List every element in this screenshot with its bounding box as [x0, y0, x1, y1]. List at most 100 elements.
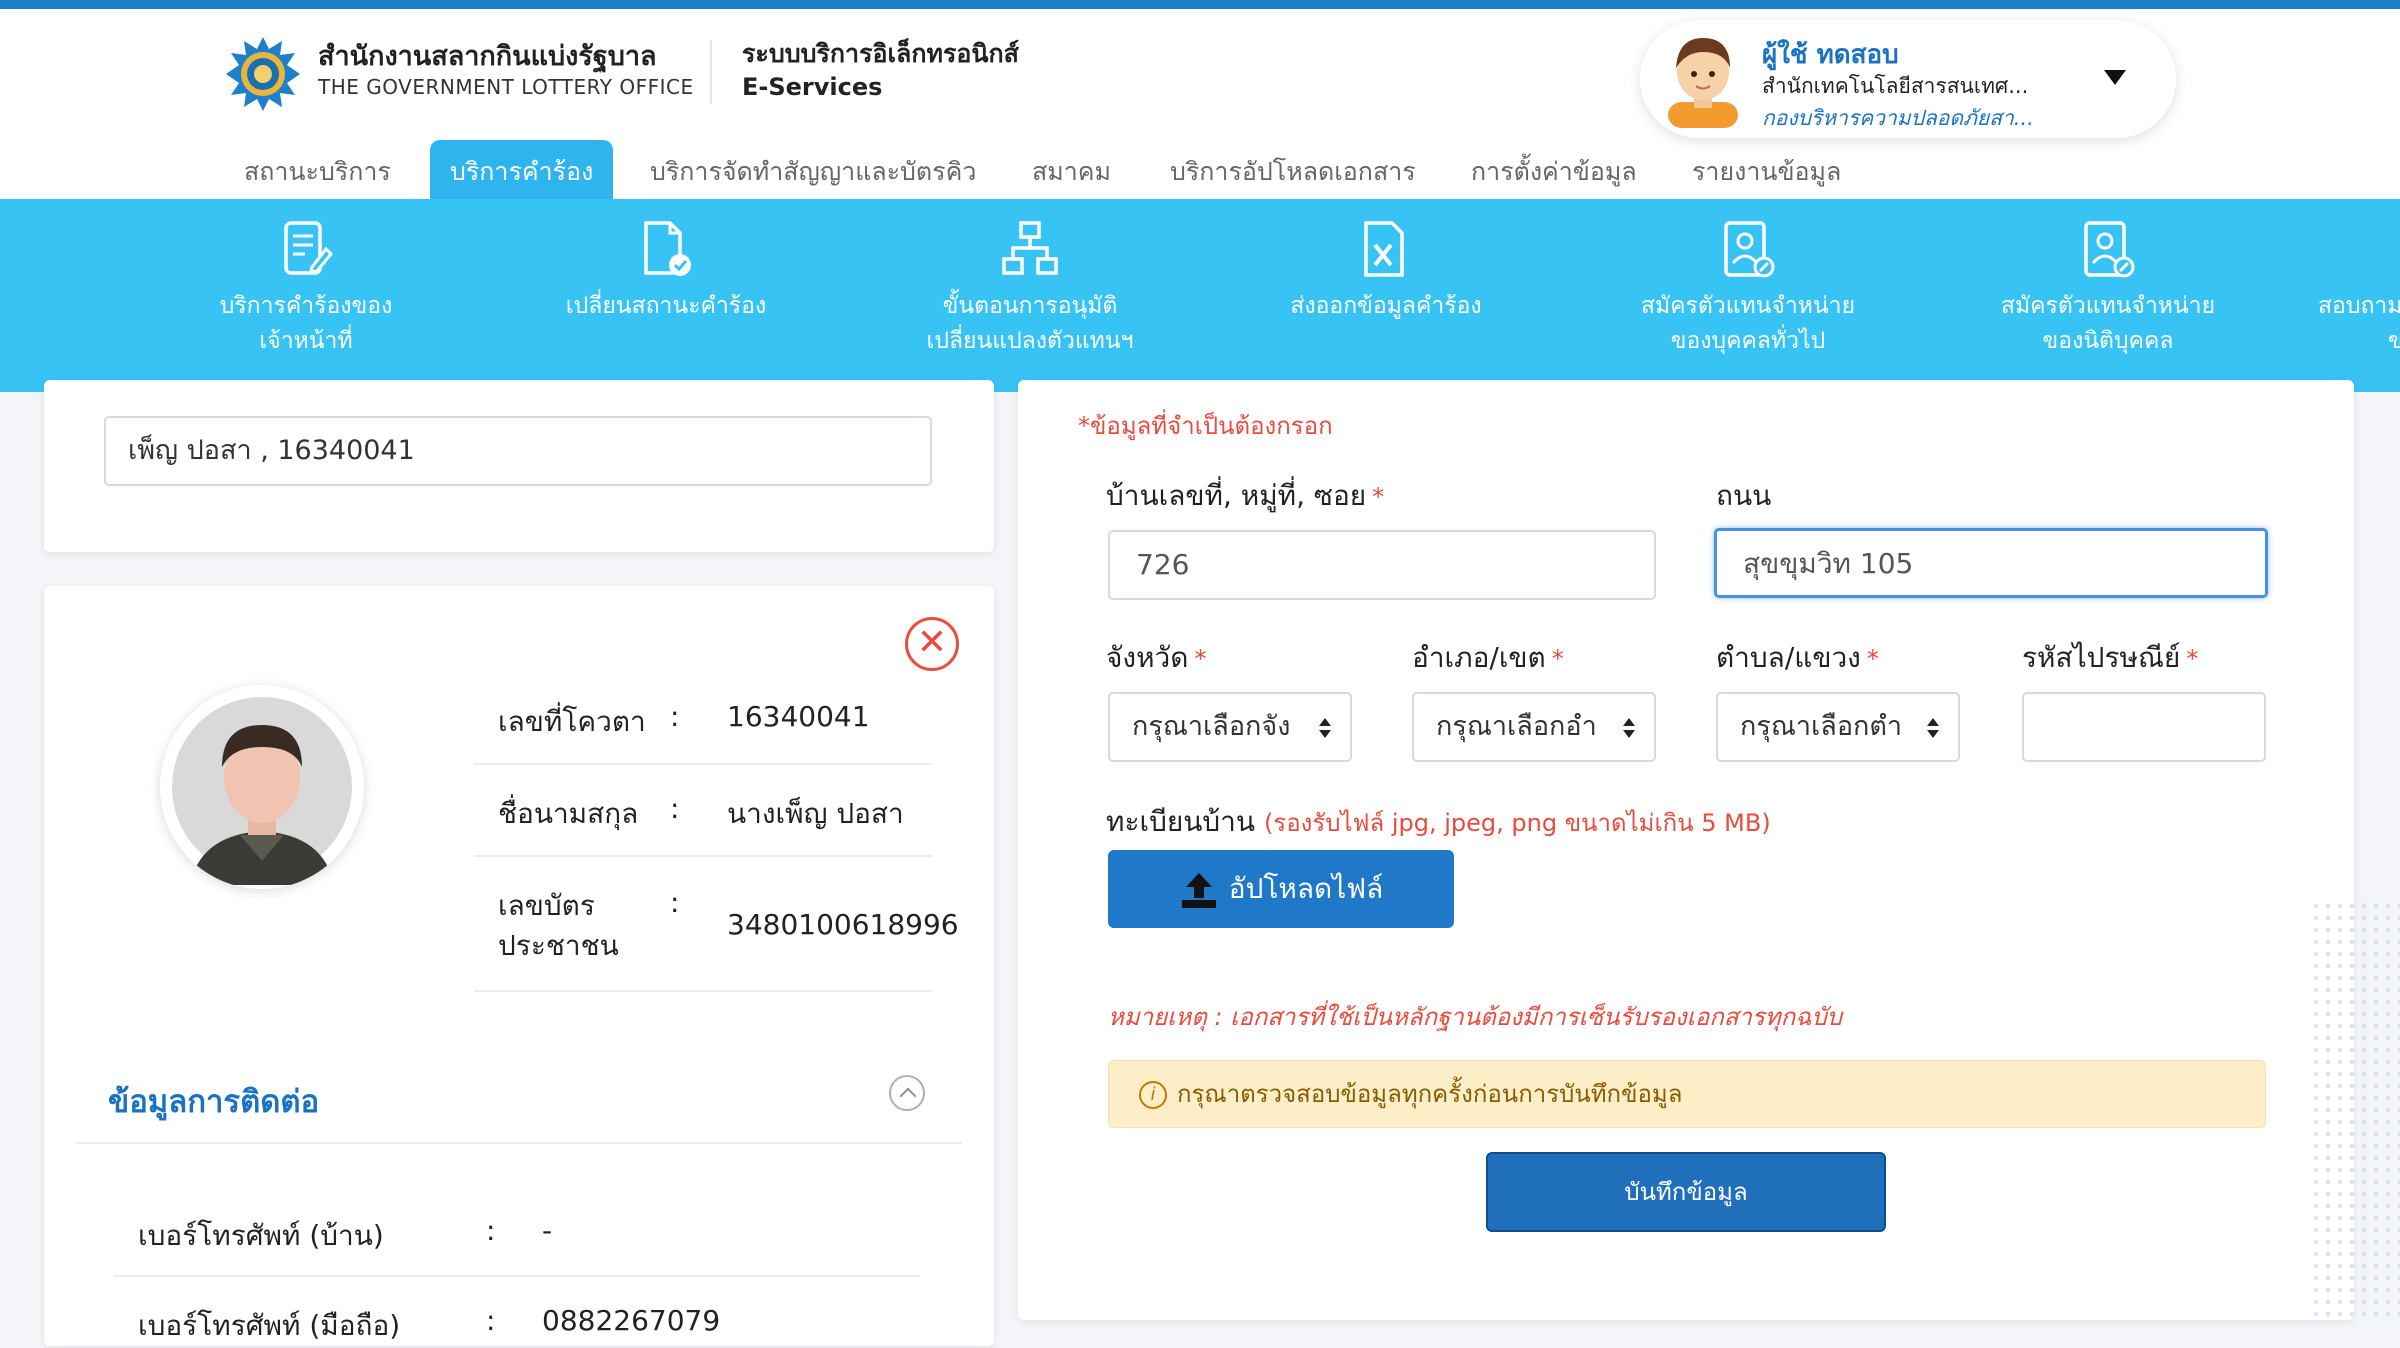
tab-contracts-queue[interactable]: บริการจัดทำสัญญาและบัตรคิว: [650, 140, 976, 200]
submenu-label: บริการคำร้องของ: [219, 293, 393, 319]
remark-note: หมายเหตุ : เอกสารที่ใช้เป็นหลักฐานต้องมี…: [1108, 1003, 1842, 1031]
house-number-label: บ้านเลขที่, หมู่ที่, ซอย *: [1106, 474, 1384, 518]
colon: :: [670, 700, 680, 733]
submenu-register-individual[interactable]: สมัครตัวแทนจำหน่าย ของบุคคลทั่วไป: [1628, 199, 1868, 392]
submenu-label: สอบถาม: [2318, 293, 2400, 319]
province-select-value: กรุณาเลือกจัง: [1132, 711, 1291, 742]
contact-section-title: ข้อมูลการติดต่อ: [108, 1084, 320, 1120]
warning-alert: i กรุณาตรวจสอบข้อมูลทุกครั้งก่อนการบันทึก…: [1108, 1060, 2266, 1128]
submenu-label: ของนิติบุคคล: [2042, 328, 2174, 354]
org-name-th: สำนักงานสลากกินแบ่งรัฐบาล: [318, 41, 657, 72]
glo-logo-icon[interactable]: [224, 35, 302, 113]
tab-reports[interactable]: รายงานข้อมูล: [1692, 140, 1841, 200]
submenu-export-requests[interactable]: ส่งออกข้อมูลคำร้อง: [1276, 199, 1496, 392]
submenu-label: เจ้าหน้าที่: [259, 328, 353, 354]
submenu-register-juristic[interactable]: สมัครตัวแทนจำหน่าย ของนิติบุคคล: [1988, 199, 2228, 392]
submenu-change-status[interactable]: เปลี่ยนสถานะคำร้อง: [556, 199, 776, 392]
postcode-label-text: รหัสไปรษณีย์: [2022, 641, 2181, 674]
required-star: *: [2186, 645, 2199, 673]
submenu-label: สมัครตัวแทนจำหน่าย: [2000, 293, 2216, 319]
alert-text: กรุณาตรวจสอบข้อมูลทุกครั้งก่อนการบันทึกข…: [1177, 1080, 1683, 1108]
sort-arrows-icon: [1319, 718, 1331, 738]
district-label-text: อำเภอ/เขต: [1412, 641, 1546, 674]
document-edit-icon: [284, 221, 334, 275]
mobile-value: 0882267079: [542, 1304, 721, 1337]
house-number-label-text: บ้านเลขที่, หมู่ที่, ซอย: [1106, 479, 1367, 512]
home-phone-value: -: [542, 1214, 553, 1247]
tab-service-status[interactable]: สถานะบริการ: [244, 140, 391, 200]
submenu-inquiry[interactable]: สอบถาม ข: [2318, 199, 2400, 392]
org-name-en: THE GOVERNMENT LOTTERY OFFICE: [318, 75, 694, 99]
postcode-label: รหัสไปรษณีย์ *: [2022, 636, 2198, 680]
submenu-label: ข: [2388, 328, 2400, 354]
submenu-approval-steps[interactable]: ขั้นตอนการอนุมัติ เปลี่ยนแปลงตัวแทนฯ: [910, 199, 1150, 392]
house-number-input[interactable]: 726: [1108, 530, 1656, 600]
save-button[interactable]: บันทึกข้อมูล: [1486, 1152, 1886, 1232]
system-name-en: E-Services: [742, 73, 883, 101]
agent-photo: [160, 685, 364, 889]
caret-down-icon[interactable]: [2104, 70, 2126, 85]
upload-icon: [1181, 873, 1216, 908]
user-division: กองบริหารความปลอดภัยสา...: [1762, 106, 2034, 130]
district-select-value: กรุณาเลือกอำ: [1436, 711, 1597, 742]
agent-search-input[interactable]: เพ็ญ ปอสา , 16340041: [104, 416, 932, 486]
user-department: สำนักเทคโนโลยีสารสนเทศ...: [1762, 74, 2029, 98]
chevron-up-icon[interactable]: [889, 1075, 925, 1111]
row-divider: [474, 763, 932, 765]
upload-hint: (รองรับไฟล์ jpg, jpeg, png ขนาดไม่เกิน 5…: [1263, 809, 1771, 837]
document-check-icon: [644, 221, 691, 276]
postcode-input[interactable]: [2022, 692, 2266, 762]
submenu-label: ส่งออกข้อมูลคำร้อง: [1290, 293, 1482, 319]
user-name[interactable]: ผู้ใช้ ทดสอบ: [1762, 34, 1899, 75]
colon: :: [486, 1214, 496, 1247]
upload-file-button[interactable]: อัปโหลดไฟล์: [1108, 850, 1454, 928]
colon: :: [670, 886, 680, 919]
colon: :: [486, 1304, 496, 1337]
house-registration-label-text: ทะเบียนบ้าน: [1106, 805, 1256, 838]
province-label: จังหวัด *: [1106, 636, 1206, 680]
id-card-label: ประชาชน: [498, 929, 619, 962]
required-star: *: [1866, 645, 1879, 673]
required-star: *: [1194, 645, 1207, 673]
close-icon[interactable]: ✕: [905, 617, 959, 671]
tab-requests[interactable]: บริการคำร้อง: [430, 140, 614, 200]
header-divider: [710, 40, 712, 104]
id-card-value: 3480100618996: [727, 908, 959, 941]
row-divider: [474, 855, 932, 857]
home-phone-label: เบอร์โทรศัพท์ (บ้าน): [138, 1219, 384, 1252]
submenu-staff-requests[interactable]: บริการคำร้องของ เจ้าหน้าที่: [196, 199, 416, 392]
colon: :: [670, 792, 680, 825]
province-select[interactable]: กรุณาเลือกจัง: [1108, 692, 1352, 762]
person-card-icon: [2084, 221, 2135, 278]
required-note: *ข้อมูลที่จำเป็นต้องกรอก: [1078, 412, 1333, 440]
tab-settings[interactable]: การตั้งค่าข้อมูล: [1471, 140, 1637, 200]
sort-arrows-icon: [1927, 718, 1939, 738]
upload-button-label: อัปโหลดไฟล์: [1228, 872, 1384, 905]
user-avatar: [1660, 28, 1746, 128]
subdistrict-label-text: ตำบล/แขวง: [1716, 641, 1861, 674]
submenu-label: เปลี่ยนแปลงตัวแทนฯ: [926, 328, 1134, 354]
person-card-icon: [1724, 221, 1775, 278]
tab-document-upload[interactable]: บริการอัปโหลดเอกสาร: [1170, 140, 1416, 200]
required-star: *: [1551, 645, 1564, 673]
mobile-label: เบอร์โทรศัพท์ (มือถือ): [138, 1309, 401, 1342]
background-dot-pattern: [2310, 900, 2400, 1324]
tab-association[interactable]: สมาคม: [1032, 140, 1111, 200]
road-input[interactable]: สุขขุมวิท 105: [1714, 528, 2268, 598]
house-registration-label: ทะเบียนบ้าน (รองรับไฟล์ jpg, jpeg, png ข…: [1106, 800, 1771, 844]
subdistrict-select-value: กรุณาเลือกตำ: [1740, 711, 1903, 742]
required-star: *: [1372, 483, 1385, 511]
info-icon: i: [1139, 1081, 1167, 1109]
district-label: อำเภอ/เขต *: [1412, 636, 1564, 680]
id-card-label: เลขบัตร: [498, 889, 595, 922]
quota-value: 16340041: [727, 700, 870, 733]
district-select[interactable]: กรุณาเลือกอำ: [1412, 692, 1656, 762]
submenu-label: เปลี่ยนสถานะคำร้อง: [565, 293, 767, 319]
top-accent-bar: [0, 0, 2400, 9]
row-divider: [114, 1275, 920, 1277]
submenu-bar: บริการคำร้องของ เจ้าหน้าที่ เปลี่ยนสถานะ…: [0, 199, 2400, 392]
submenu-label: สมัครตัวแทนจำหน่าย: [1640, 293, 1856, 319]
subdistrict-label: ตำบล/แขวง *: [1716, 636, 1879, 680]
subdistrict-select[interactable]: กรุณาเลือกตำ: [1716, 692, 1960, 762]
submenu-label: ของบุคคลทั่วไป: [1670, 328, 1826, 354]
